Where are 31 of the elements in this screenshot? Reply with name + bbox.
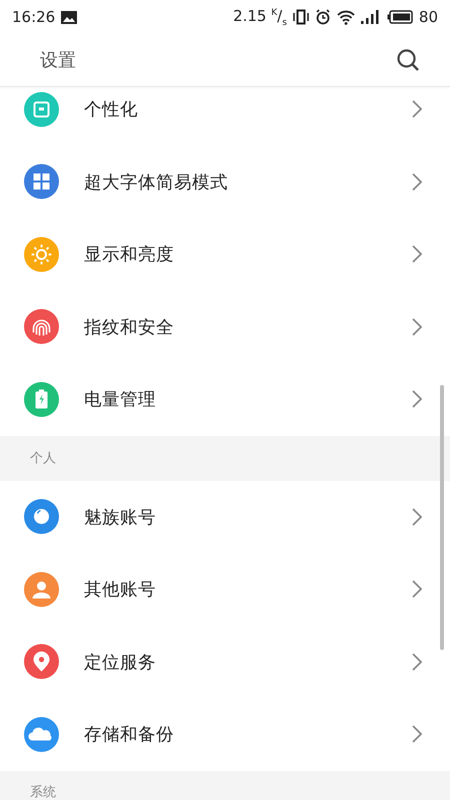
vibrate-icon (292, 9, 309, 25)
settings-item[interactable]: 电量管理 (84, 387, 387, 412)
chevron-right-icon (412, 652, 422, 671)
settings-item[interactable]: 定位服务 (84, 650, 387, 674)
settings-item[interactable]: 超大字体简易模式 (84, 170, 387, 194)
chevron-right-icon (412, 390, 422, 408)
alarm-icon (314, 9, 331, 25)
page-title: 设置 (40, 49, 77, 72)
battery-level: 80 (418, 8, 438, 26)
image-icon (61, 10, 78, 24)
chevron-right-icon (412, 725, 422, 744)
section-title: 个人 (30, 450, 56, 467)
wifi-icon (336, 10, 355, 24)
battery-icon (386, 10, 413, 24)
chevron-right-icon (412, 318, 422, 336)
settings-item[interactable]: 存储和备份 (84, 722, 387, 746)
section-title: 系统 (30, 784, 56, 800)
settings-item[interactable]: 其他账号 (84, 577, 387, 602)
settings-item[interactable]: 魅族账号 (84, 504, 387, 529)
chevron-right-icon (412, 100, 422, 118)
chevron-right-icon (412, 508, 422, 526)
signal-icon (360, 10, 381, 24)
settings-item[interactable]: 指纹和安全 (84, 314, 387, 339)
chevron-right-icon (412, 580, 422, 598)
network-speed: 2.15 $^{K}$/$_{s}$ (233, 6, 287, 28)
settings-item[interactable]: 个性化 (84, 97, 387, 122)
chevron-right-icon (412, 172, 422, 191)
chevron-right-icon (412, 245, 422, 264)
clock-time: 16:26 (12, 8, 56, 26)
settings-item[interactable]: 显示和亮度 (84, 242, 387, 266)
search-icon[interactable] (396, 48, 420, 72)
